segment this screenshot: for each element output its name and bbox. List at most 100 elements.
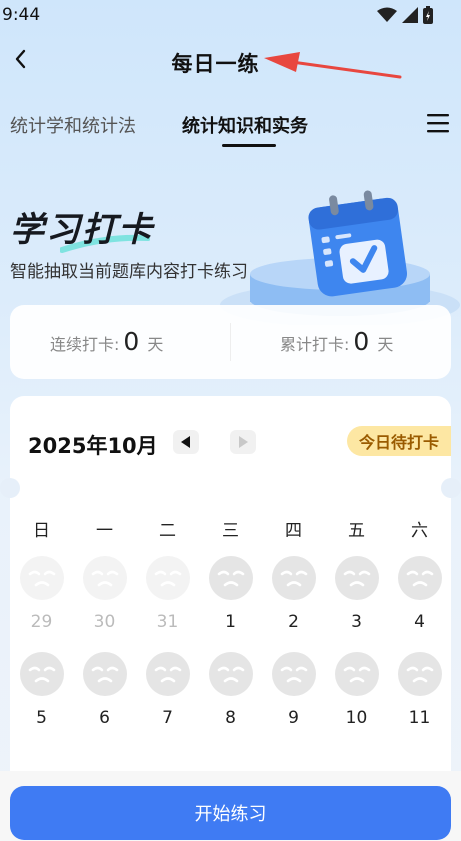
sad-face-icon (280, 570, 307, 587)
sad-face-icon (217, 666, 244, 683)
day-status-face (397, 652, 442, 696)
menu-button[interactable] (425, 110, 451, 136)
calendar-day[interactable]: 5 (10, 652, 73, 730)
subject-tabs: 统计学和统计法 统计知识和实务 (0, 104, 461, 152)
triangle-left-icon (181, 436, 190, 448)
wifi-icon (377, 7, 397, 22)
day-number: 2 (288, 612, 299, 632)
day-status-face (334, 652, 379, 696)
tab-statistics-practice[interactable]: 统计知识和实务 (182, 112, 308, 138)
calendar-month: 2025年10月 (28, 434, 158, 458)
next-month-button[interactable] (230, 430, 256, 454)
day-status-face (19, 556, 64, 600)
weekday-label: 四 (285, 521, 302, 541)
day-number: 6 (99, 708, 110, 728)
day-status-face (82, 556, 127, 600)
sad-face-icon (406, 666, 433, 683)
weekday-label: 二 (159, 521, 176, 541)
sad-face-icon (280, 666, 307, 683)
day-number: 5 (36, 708, 47, 728)
day-status-face (145, 556, 190, 600)
calendar-day[interactable]: 6 (73, 652, 136, 730)
streak-stat: 连续打卡: 0 天 (50, 327, 163, 356)
checkin-stats-card: 连续打卡: 0 天 累计打卡: 0 天 (10, 305, 451, 379)
nav-bar: 每日一练 (0, 36, 461, 86)
status-time: 9:44 (2, 5, 41, 25)
calendar-card: 2025年10月 今日待打卡 日 一 二 三 四 五 六 29 30 31 1 2 3 4 5… (0, 396, 461, 786)
stats-divider (230, 323, 231, 361)
day-status-face (19, 652, 64, 696)
start-practice-button[interactable]: 开始练习 (10, 786, 451, 840)
day-number: 29 (30, 612, 53, 632)
sad-face-icon (28, 666, 55, 683)
hero-banner: 学习打卡 智能抽取当前题库内容打卡练习 (0, 160, 461, 325)
weekday-label: 日 (33, 521, 50, 541)
day-number: 8 (225, 708, 236, 728)
day-status-face (397, 556, 442, 600)
bottom-action-bar: 开始练习 (0, 771, 461, 841)
total-stat: 累计打卡: 0 天 (280, 327, 393, 356)
hero-title: 学习打卡 (10, 210, 154, 250)
status-bar: 9:44 (0, 0, 461, 32)
card-notch (0, 478, 20, 498)
card-notch (441, 478, 461, 498)
calendar-day[interactable]: 7 (136, 652, 199, 730)
day-number: 9 (288, 708, 299, 728)
day-number: 11 (408, 708, 431, 728)
day-number: 4 (414, 612, 425, 632)
total-label: 累计打卡: (280, 335, 350, 354)
day-status-face (271, 652, 316, 696)
day-status-face (208, 556, 253, 600)
sad-face-icon (154, 570, 181, 587)
calendar-day[interactable]: 1 (199, 556, 262, 634)
calendar-day[interactable]: 11 (388, 652, 451, 730)
sad-face-icon (91, 666, 118, 683)
sad-face-icon (154, 666, 181, 683)
tab-active-indicator (222, 144, 276, 147)
sad-face-icon (343, 570, 370, 587)
calendar-day: 30 (73, 556, 136, 634)
day-status-face (334, 556, 379, 600)
streak-label: 连续打卡: (50, 335, 120, 354)
prev-month-button[interactable] (173, 430, 199, 454)
tab-statistics-law[interactable]: 统计学和统计法 (10, 112, 136, 138)
calendar-day[interactable]: 4 (388, 556, 451, 634)
day-status-face (145, 652, 190, 696)
day-number: 31 (156, 612, 179, 632)
sad-face-icon (406, 570, 433, 587)
weekday-label: 三 (222, 521, 239, 541)
sad-face-icon (217, 570, 244, 587)
day-number: 30 (93, 612, 116, 632)
signal-icon (402, 7, 418, 23)
day-number: 1 (225, 612, 236, 632)
triangle-right-icon (239, 436, 248, 448)
menu-icon (427, 114, 449, 133)
battery-icon (423, 6, 433, 24)
calendar-day: 29 (10, 556, 73, 634)
day-number: 3 (351, 612, 362, 632)
total-unit: 天 (377, 335, 394, 354)
sad-face-icon (91, 570, 118, 587)
calendar-day[interactable]: 10 (325, 652, 388, 730)
calendar-day: 31 (136, 556, 199, 634)
today-status-badge: 今日待打卡 (346, 426, 451, 456)
calendar-days-grid: 29 30 31 1 2 3 4 5 6 7 8 9 10 11 (10, 556, 451, 730)
calendar-day[interactable]: 3 (325, 556, 388, 634)
weekday-label: 一 (96, 521, 113, 541)
day-status-face (82, 652, 127, 696)
calendar-day[interactable]: 2 (262, 556, 325, 634)
calendar-day[interactable]: 9 (262, 652, 325, 730)
calendar-day[interactable]: 8 (199, 652, 262, 730)
annotation-arrow-icon (264, 52, 402, 79)
streak-unit: 天 (147, 335, 164, 354)
calendar-illustration-icon (220, 190, 460, 325)
total-value: 0 (353, 327, 370, 356)
streak-value: 0 (123, 327, 140, 356)
weekday-header: 日 一 二 三 四 五 六 (10, 516, 451, 541)
day-status-face (271, 556, 316, 600)
weekday-label: 五 (348, 521, 365, 541)
weekday-label: 六 (411, 521, 428, 541)
day-number: 7 (162, 708, 173, 728)
status-icons (377, 6, 433, 24)
sad-face-icon (343, 666, 370, 683)
